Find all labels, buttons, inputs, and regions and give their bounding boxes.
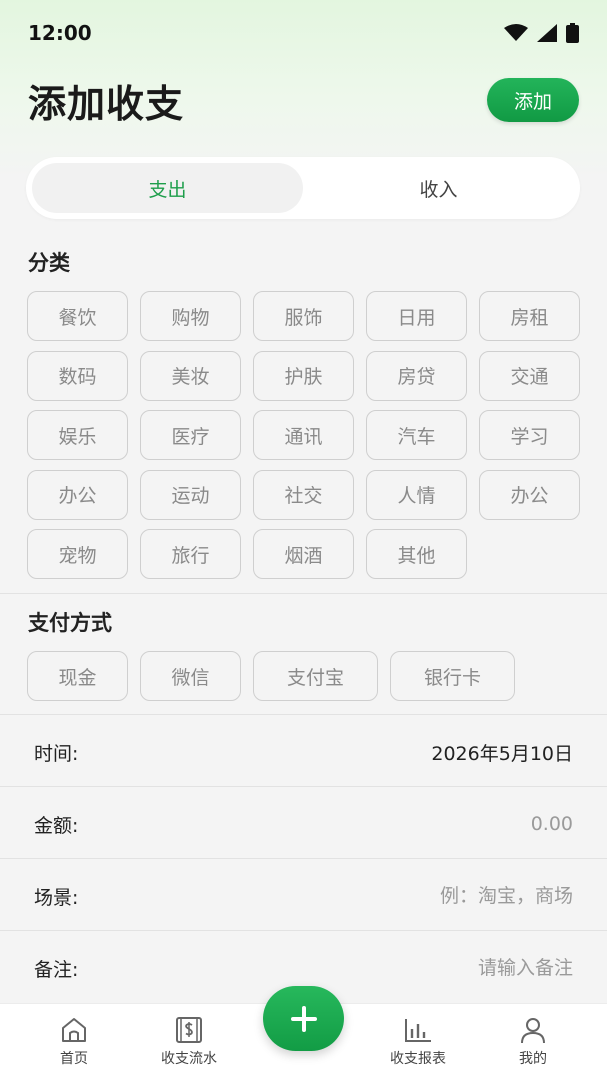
category-chip[interactable]: 烟酒 [253,529,354,579]
battery-icon [566,23,579,43]
amount-row: 金额: [0,788,607,860]
category-chip[interactable]: 通讯 [253,410,354,460]
payment-chip-alipay[interactable]: 支付宝 [253,651,378,701]
scene-row: 场景: [0,860,607,932]
category-chip[interactable]: 宠物 [27,529,128,579]
category-chip[interactable]: 房贷 [366,350,467,401]
category-chip[interactable]: 办公 [479,469,580,520]
category-chip[interactable]: 医疗 [140,410,241,460]
category-chip[interactable]: 购物 [140,291,241,341]
payment-chip-wechat[interactable]: 微信 [140,651,241,701]
category-chip[interactable]: 数码 [27,350,128,401]
category-chip[interactable]: 美妆 [140,350,241,401]
time-value[interactable]: 2026年5月10日 [431,739,573,766]
status-time: 12:00 [28,21,92,45]
receipt-icon [176,1017,202,1043]
category-chip[interactable]: 娱乐 [27,410,128,460]
divider [0,858,607,859]
home-icon [62,1018,86,1042]
category-chip[interactable]: 服饰 [253,291,354,341]
payment-section-title: 支付方式 [28,611,112,635]
nav-mine[interactable]: 我的 [478,1016,588,1068]
category-chip[interactable]: 汽车 [366,410,467,460]
note-label: 备注: [34,958,79,981]
category-chip[interactable]: 旅行 [140,529,241,579]
nav-flow-label: 收支流水 [161,1051,217,1067]
time-label: 时间: [34,742,79,765]
user-icon [521,1018,545,1044]
note-input[interactable] [253,957,573,979]
nav-flow[interactable]: 收支流水 [134,1016,244,1068]
scene-input[interactable] [253,885,573,907]
nav-home-label: 首页 [60,1051,88,1067]
category-chip[interactable]: 护肤 [253,350,354,401]
category-chip[interactable]: 社交 [253,469,354,520]
tab-expense[interactable]: 支出 [32,163,303,213]
category-section-title: 分类 [28,251,70,275]
divider [0,714,607,715]
type-segmented-control: 支出 收入 [26,157,580,219]
add-record-fab[interactable] [263,986,344,1051]
payment-chip-cash[interactable]: 现金 [27,651,128,701]
divider [0,930,607,931]
tab-income[interactable]: 收入 [303,163,574,213]
category-chip[interactable]: 人情 [366,469,467,520]
divider [0,593,607,594]
plus-icon [290,1005,317,1032]
nav-mine-label: 我的 [519,1051,547,1067]
category-chip[interactable]: 办公 [27,469,128,520]
category-chip[interactable]: 日用 [366,291,467,341]
status-icons [504,23,579,43]
add-button[interactable]: 添加 [487,78,579,122]
wifi-icon [504,24,528,41]
cellular-signal-icon [537,24,557,42]
amount-label: 金额: [34,814,79,837]
amount-input[interactable] [253,813,573,835]
category-chip[interactable]: 房租 [479,291,580,341]
nav-report[interactable]: 收支报表 [363,1016,473,1068]
page-header: 添加收支 添加 [0,70,607,130]
category-chip[interactable]: 运动 [140,469,241,520]
category-chip[interactable]: 其他 [366,529,467,579]
page-title: 添加收支 [28,81,185,126]
status-bar: 12:00 [0,0,607,66]
category-chip[interactable]: 交通 [479,350,580,401]
payment-chip-bank-card[interactable]: 银行卡 [390,651,515,701]
category-chip[interactable]: 学习 [479,410,580,460]
bar-chart-icon [405,1019,431,1042]
nav-report-label: 收支报表 [390,1051,446,1067]
divider [0,786,607,787]
nav-home[interactable]: 首页 [19,1016,129,1068]
scene-label: 场景: [34,886,79,909]
time-row[interactable]: 时间: 2026年5月10日 [0,716,607,788]
category-grid: 餐饮 购物 服饰 日用 房租 数码 美妆 护肤 房贷 交通 娱乐 医疗 通讯 汽… [27,291,583,579]
payment-options: 现金 微信 支付宝 银行卡 [27,651,515,701]
category-chip[interactable]: 餐饮 [27,291,128,341]
